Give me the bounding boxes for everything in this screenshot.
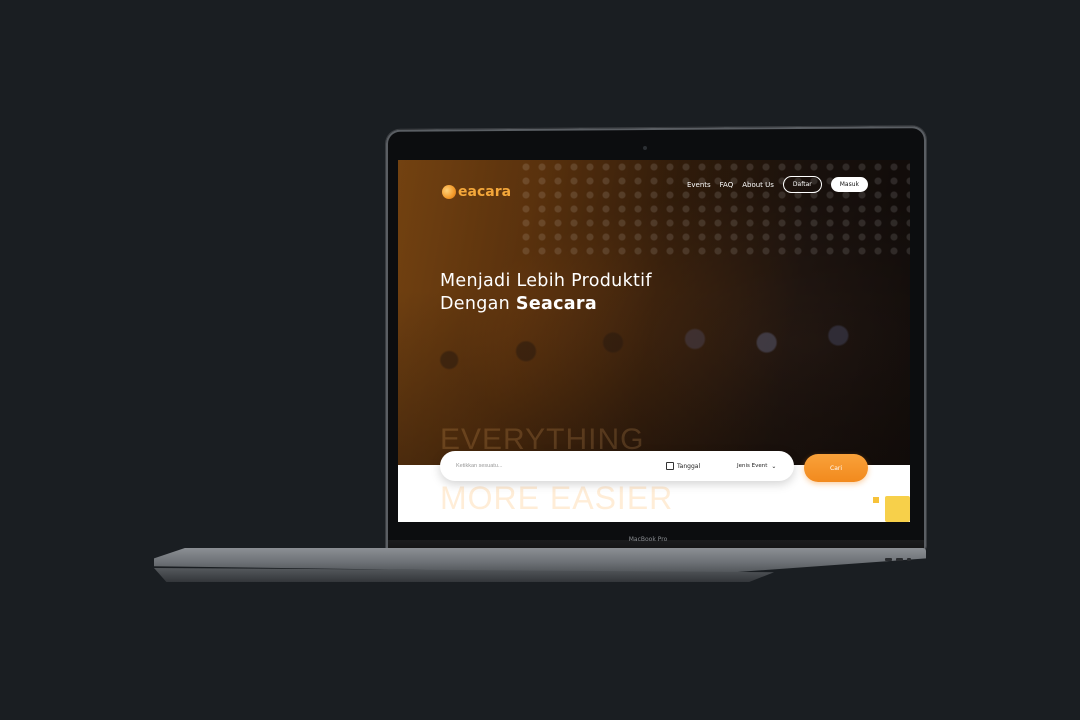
hero-section: eacara Events FAQ About Us Daftar Masuk …: [398, 160, 910, 465]
search-bar: Tanggal Jenis Event ⌄: [440, 451, 794, 481]
event-type-select[interactable]: Jenis Event ⌄: [737, 463, 776, 470]
search-button[interactable]: Cari: [804, 454, 868, 482]
logo-mark-icon: [442, 185, 456, 199]
event-type-label: Jenis Event: [737, 463, 768, 469]
brand-logo[interactable]: eacara: [442, 184, 511, 200]
top-nav: Events FAQ About Us Daftar Masuk: [687, 176, 868, 193]
login-button[interactable]: Masuk: [830, 177, 868, 192]
nav-faq[interactable]: FAQ: [720, 181, 734, 189]
device-model-label: MacBook Pro: [628, 536, 668, 543]
register-button[interactable]: Daftar: [782, 176, 822, 193]
headline-prefix: Dengan: [440, 294, 516, 314]
hero-headline: Menjadi Lebih Produktif Dengan Seacara: [440, 270, 652, 316]
date-label: Tanggal: [677, 462, 701, 470]
usb-port-1: [885, 558, 892, 561]
decor-square-small: [873, 497, 879, 503]
headline-brand: Seacara: [515, 294, 597, 314]
search-input[interactable]: [454, 462, 648, 470]
laptop-screen: eacara Events FAQ About Us Daftar Masuk …: [398, 160, 910, 522]
nav-events[interactable]: Events: [687, 181, 711, 189]
bokeh-lights: [518, 160, 910, 255]
nav-about-us[interactable]: About Us: [742, 181, 774, 189]
decor-square-large: [885, 496, 910, 522]
calendar-icon: [666, 462, 674, 470]
webcam: [643, 146, 647, 150]
date-picker[interactable]: Tanggal: [666, 462, 700, 470]
usb-port-2: [896, 558, 903, 561]
usb-port-3: [907, 558, 911, 561]
headline-line-1: Menjadi Lebih Produktif: [440, 271, 652, 291]
brand-name: eacara: [458, 184, 512, 200]
background-text-more-easier: MORE EASIER: [440, 480, 674, 516]
chevron-down-icon: ⌄: [771, 462, 777, 470]
headline-line-2: Dengan Seacara: [440, 293, 652, 316]
